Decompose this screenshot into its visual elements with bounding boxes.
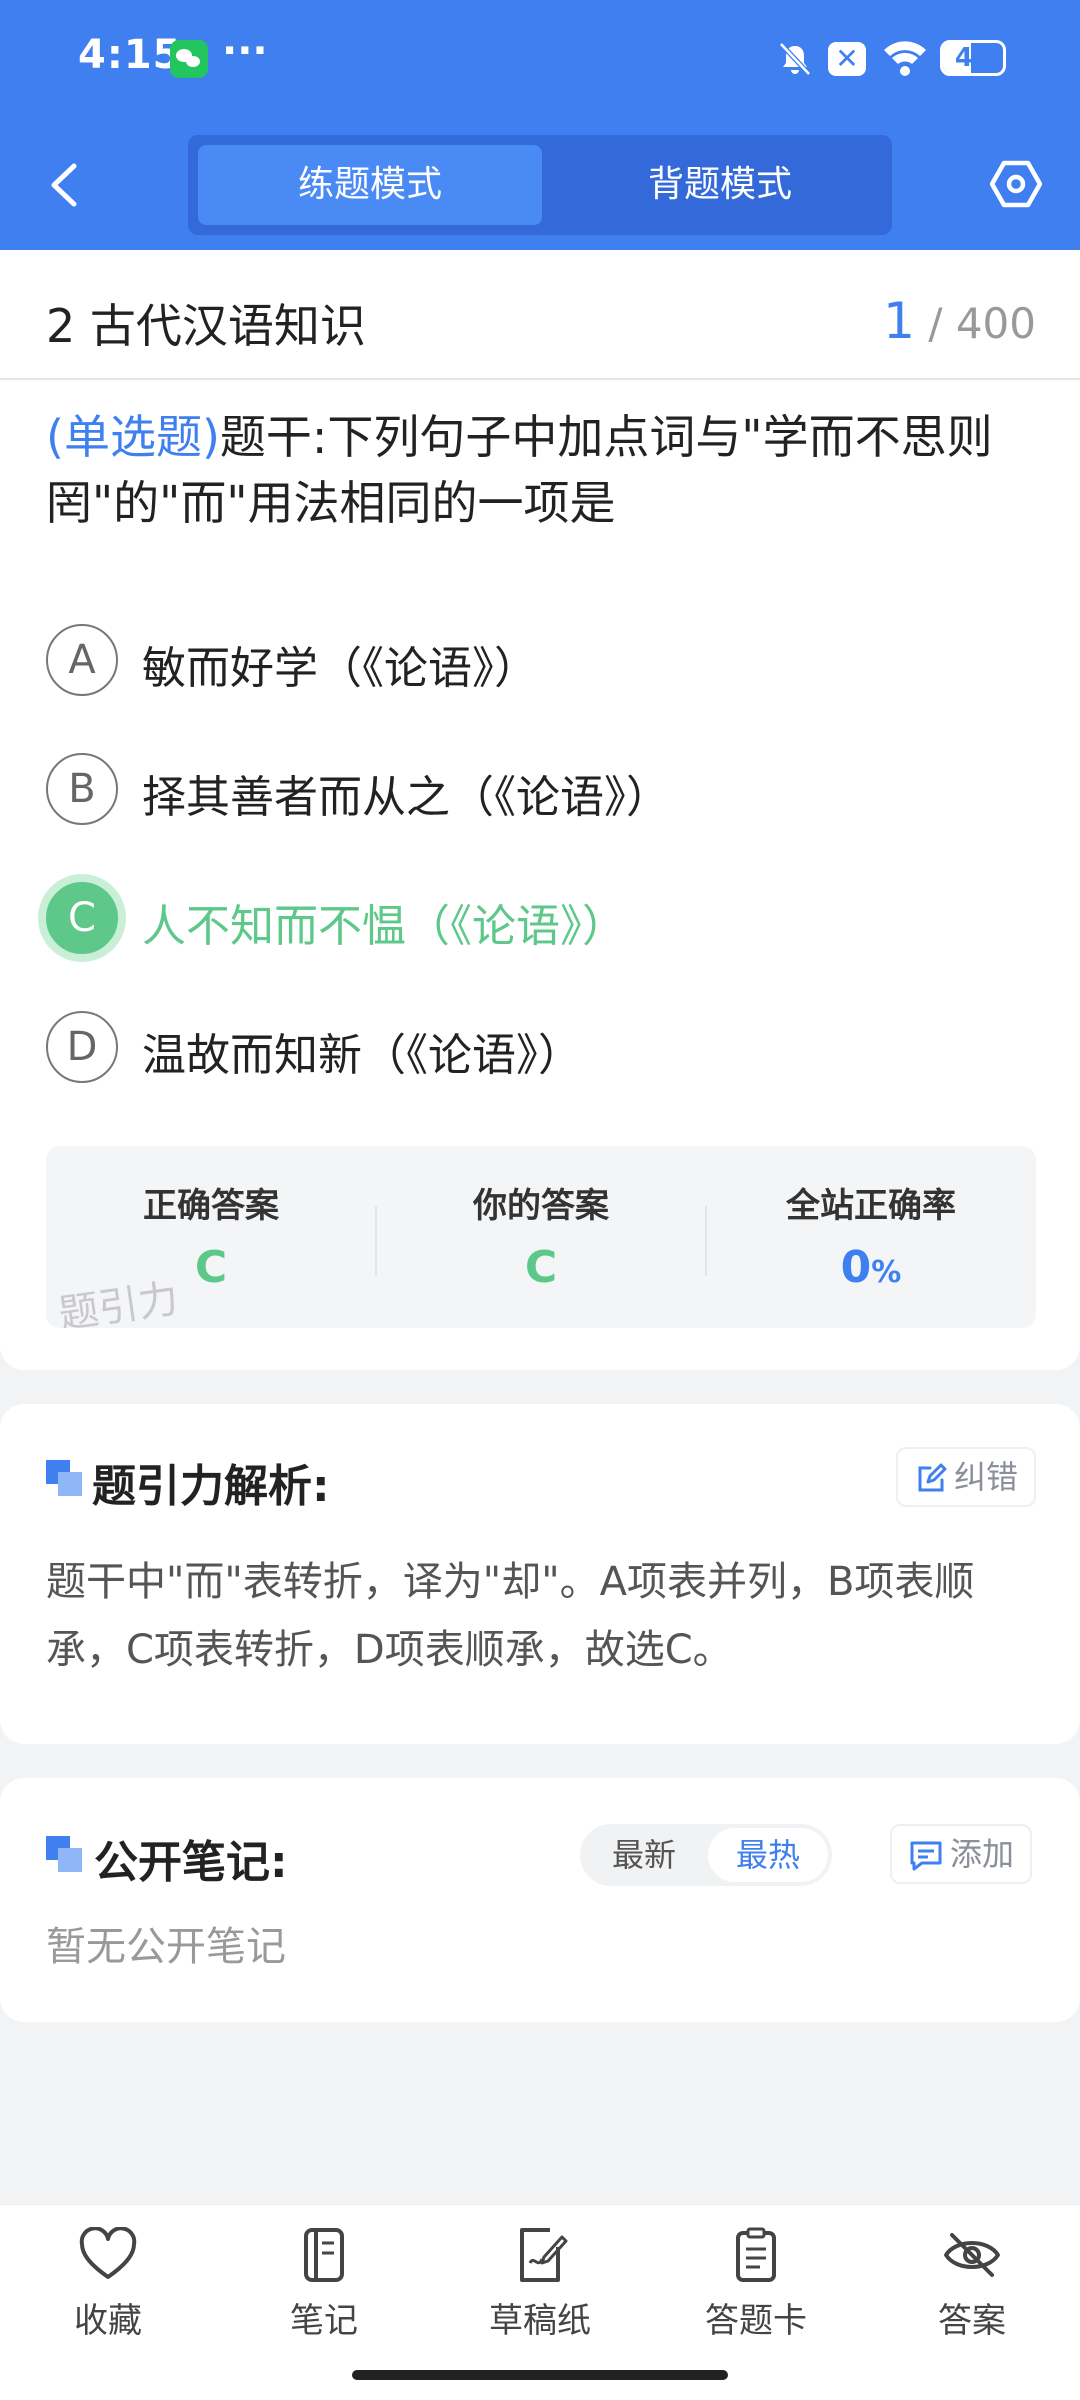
nav-notes[interactable]: 笔记	[216, 2227, 432, 2367]
nav-draft[interactable]: 草稿纸	[432, 2227, 648, 2367]
report-error-button[interactable]: 纠错	[896, 1447, 1037, 1507]
sort-newest[interactable]: 最新	[584, 1828, 704, 1882]
add-note-button[interactable]: 添加	[890, 1824, 1033, 1884]
divider	[0, 378, 1080, 380]
chapter-title: 2 古代汉语知识	[46, 299, 366, 353]
accuracy-number: 0	[840, 1242, 872, 1293]
option-letter: B	[46, 753, 118, 825]
stat-label: 你的答案	[473, 1186, 609, 1226]
nav-label: 草稿纸	[489, 2301, 591, 2341]
option-text: 择其善者而从之（《论语》）	[142, 772, 670, 823]
option-text: 温故而知新（《论语》）	[142, 1030, 582, 1081]
close-badge-icon: ✕	[828, 42, 866, 76]
option-text: 敏而好学（《论语》）	[142, 643, 538, 694]
stat-your-answer: 你的答案 C	[376, 1146, 706, 1328]
current-index: 1	[883, 292, 915, 350]
nav-answer-sheet[interactable]: 答题卡	[648, 2227, 864, 2367]
section-squares-icon	[46, 1836, 82, 1872]
mode-switch: 练题模式 背题模式	[188, 135, 892, 235]
option-c[interactable]: C 人不知而不愠（《论语》）	[46, 882, 1036, 956]
notes-card	[0, 1778, 1080, 2022]
status-time: 4:15	[78, 32, 182, 78]
nav-label: 笔记	[290, 2301, 358, 2341]
clipboard-icon	[736, 2227, 776, 2282]
stat-value: C	[524, 1242, 558, 1293]
section-squares-icon	[46, 1460, 82, 1496]
battery-level: 46	[954, 43, 992, 73]
wechat-icon	[170, 40, 208, 78]
heart-icon	[79, 2227, 137, 2279]
stat-label: 正确答案	[143, 1186, 279, 1226]
stat-accuracy: 全站正确率 0%	[706, 1146, 1036, 1328]
add-note-label: 添加	[950, 1835, 1015, 1873]
tab-recite-mode[interactable]: 背题模式	[548, 145, 892, 225]
status-bar: 4:15 ··· ✕ 46	[0, 0, 1080, 118]
option-d[interactable]: D 温故而知新（《论语》）	[46, 1011, 1036, 1085]
bell-off-icon	[779, 42, 811, 76]
notes-sort-toggle: 最新 最热	[580, 1824, 832, 1886]
option-letter: D	[46, 1011, 118, 1083]
notes-empty-text: 暂无公开笔记	[46, 1924, 286, 1970]
notebook-icon	[304, 2228, 344, 2282]
notes-title: 公开笔记:	[94, 1837, 288, 1888]
stat-label: 全站正确率	[786, 1186, 956, 1226]
option-a[interactable]: A 敏而好学（《论语》）	[46, 624, 1036, 698]
nav-answer[interactable]: 答案	[864, 2227, 1080, 2367]
question-counter: 1 / 400	[883, 292, 1036, 350]
option-b[interactable]: B 择其善者而从之（《论语》）	[46, 753, 1036, 827]
more-notifications-icon: ···	[222, 28, 268, 74]
tab-practice-mode[interactable]: 练题模式	[198, 145, 542, 225]
settings-hexagon-icon[interactable]	[990, 158, 1042, 210]
analysis-title: 题引力解析:	[92, 1461, 330, 1512]
question-type: (单选题)	[46, 410, 220, 464]
battery-icon: 46	[940, 40, 1006, 76]
draft-icon	[520, 2228, 568, 2282]
option-text: 人不知而不愠（《论语》）	[142, 901, 626, 952]
answer-stats: 正确答案 C 你的答案 C 全站正确率 0% 题引力	[46, 1146, 1036, 1328]
accuracy-unit: %	[871, 1255, 902, 1290]
app-header: 4:15 ··· ✕ 46 练题模式 背题模式	[0, 0, 1080, 250]
stat-value: 0%	[706, 1242, 1036, 1293]
option-letter: A	[46, 624, 118, 696]
question-stem: (单选题)题干:下列句子中加点词与"学而不思则罔"的"而"用法相同的一项是	[46, 404, 1036, 536]
sort-hottest[interactable]: 最热	[708, 1828, 828, 1882]
nav-label: 答案	[938, 2301, 1006, 2341]
home-indicator[interactable]	[352, 2370, 728, 2380]
analysis-text: 题干中"而"表转折，译为"却"。A项表并列，B项表顺承，C项表转折，D项表顺承，…	[46, 1559, 975, 1673]
eye-off-icon	[944, 2233, 1000, 2277]
edit-icon	[918, 1463, 947, 1492]
nav-label: 答题卡	[705, 2301, 807, 2341]
comment-icon	[910, 1841, 942, 1871]
nav-favorite[interactable]: 收藏	[0, 2227, 216, 2367]
report-error-label: 纠错	[954, 1458, 1019, 1496]
option-letter: C	[46, 882, 118, 954]
back-arrow-icon[interactable]	[40, 158, 90, 212]
wifi-icon	[884, 41, 926, 76]
nav-label: 收藏	[74, 2301, 142, 2341]
total-count: / 400	[928, 299, 1036, 348]
